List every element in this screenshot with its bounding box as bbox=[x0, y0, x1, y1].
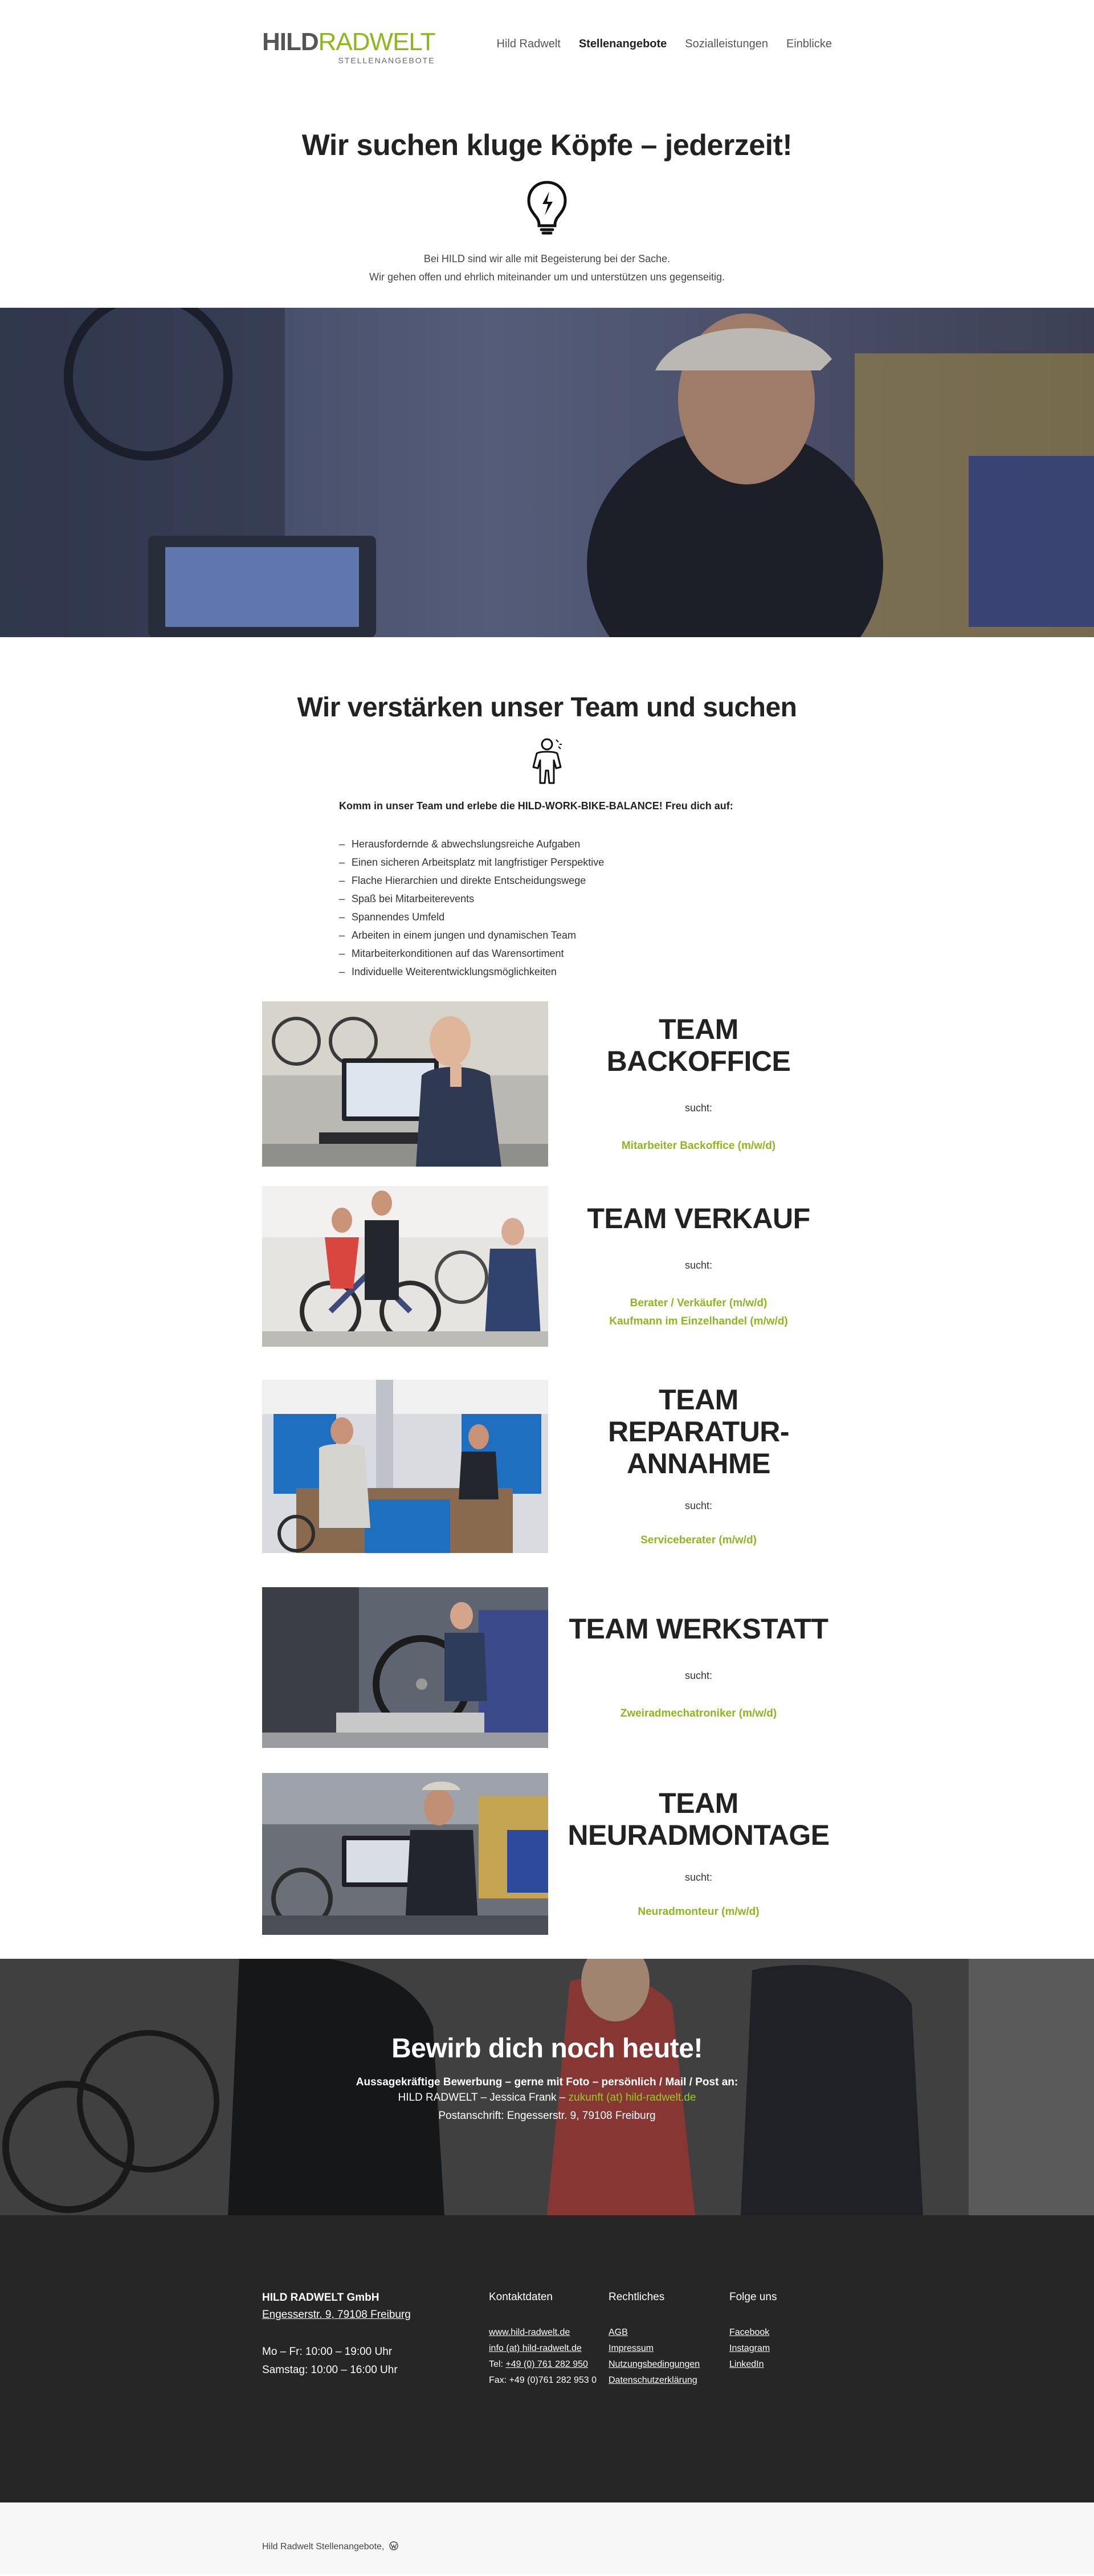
benefit-item: Herausfordernde & abwechslungsreiche Auf… bbox=[339, 835, 755, 853]
footer-social-title: Folge uns bbox=[729, 2291, 777, 2303]
apply-postal-address: Postanschrift: Engesserstr. 9, 79108 Fre… bbox=[438, 2110, 656, 2122]
team-section: Wir verstärken unser Team und suchen Kom… bbox=[0, 637, 1094, 1935]
logo-hild: HILD bbox=[262, 28, 319, 56]
team-reparaturannahme-image bbox=[262, 1380, 548, 1553]
logo-radwelt: RADWELT bbox=[318, 28, 436, 56]
footer-website-link[interactable]: www.hild-radwelt.de bbox=[489, 2325, 609, 2341]
sucht-label: sucht: bbox=[684, 1102, 713, 1114]
site-header: HILDRADWELT STELLENANGEBOTE Hild Radwelt… bbox=[0, 0, 1094, 91]
team-name: TEAM WERKSTATT bbox=[569, 1612, 828, 1645]
footer-contact-title: Kontaktdaten bbox=[489, 2291, 553, 2303]
team-name: NEURADMONTAGE bbox=[568, 1819, 830, 1851]
benefit-item: Individuelle Weiterentwicklungsmöglichke… bbox=[339, 963, 755, 981]
team-neuradmontage-info: TEAM NEURADMONTAGE sucht: Neuradmonteur … bbox=[548, 1787, 832, 1921]
job-link[interactable]: Berater / Verkäufer (m/w/d) bbox=[565, 1294, 832, 1313]
footer-company-name: HILD RADWELT GmbH bbox=[262, 2292, 379, 2304]
sucht-label: sucht: bbox=[684, 1871, 713, 1883]
nav-sozialleistungen[interactable]: Sozialleistungen bbox=[685, 38, 768, 51]
logo-subtitle: STELLENANGEBOTE bbox=[338, 56, 435, 65]
footer-agb-link[interactable]: AGB bbox=[609, 2325, 729, 2341]
team-verkauf: TEAM VERKAUF sucht: Berater / Verkäufer … bbox=[262, 1186, 832, 1347]
apply-instructions: Aussagekräftige Bewerbung – gerne mit Fo… bbox=[356, 2076, 738, 2088]
team-werkstatt-info: TEAM WERKSTATT sucht: Zweiradmechatronik… bbox=[548, 1613, 832, 1723]
footer-datenschutz-link[interactable]: Datenschutzerklärung bbox=[609, 2373, 729, 2388]
nav-einblicke[interactable]: Einblicke bbox=[786, 38, 832, 51]
main-nav: Hild Radwelt Stellenangebote Sozialleist… bbox=[497, 38, 832, 51]
footer-legal: Rechtliches AGB Impressum Nutzungsbeding… bbox=[609, 2289, 729, 2388]
benefits-list: Herausfordernde & abwechslungsreiche Auf… bbox=[339, 835, 755, 981]
apply-section: Bewirb dich noch heute! Aussagekräftige … bbox=[0, 1959, 1094, 2215]
benefit-item: Arbeiten in einem jungen und dynamischen… bbox=[339, 926, 755, 944]
job-link[interactable]: Mitarbeiter Backoffice (m/w/d) bbox=[565, 1137, 832, 1155]
benefits-lead: Komm in unser Team und erlebe die HILD-W… bbox=[339, 800, 733, 812]
apply-title: Bewirb dich noch heute! bbox=[391, 2033, 703, 2064]
apply-text: Bewirb dich noch heute! Aussagekräftige … bbox=[0, 1959, 1094, 2125]
copyright-text: Hild Radwelt Stellenangebote, bbox=[262, 2542, 385, 2551]
footer-address-link[interactable]: Engesserstr. 9, 79108 Freiburg bbox=[262, 2306, 489, 2324]
footer-phone-link[interactable]: +49 (0) 761 282 950 bbox=[505, 2359, 588, 2369]
wordpress-icon[interactable] bbox=[389, 2541, 398, 2550]
footer-facebook-link[interactable]: Facebook bbox=[729, 2325, 832, 2341]
team-name: TEAM VERKAUF bbox=[587, 1202, 810, 1234]
copyright-bar: Hild Radwelt Stellenangebote, bbox=[0, 2502, 1094, 2574]
team-verkauf-image bbox=[262, 1186, 548, 1347]
apply-contact: HILD RADWELT – Jessica Frank – zukunft (… bbox=[398, 2092, 696, 2104]
job-link[interactable]: Zweiradmechatroniker (m/w/d) bbox=[565, 1705, 832, 1723]
benefit-item: Mitarbeiterkonditionen auf das Warensort… bbox=[339, 944, 755, 963]
site-footer: HILD RADWELT GmbH Engesserstr. 9, 79108 … bbox=[0, 2215, 1094, 2502]
benefit-item: Spaß bei Mitarbeiterevents bbox=[339, 890, 755, 908]
team-werkstatt: TEAM WERKSTATT sucht: Zweiradmechatronik… bbox=[262, 1587, 832, 1748]
team-name: REPARATUR- bbox=[607, 1415, 790, 1448]
workshop-banner-image bbox=[0, 308, 1094, 637]
footer-email-link[interactable]: info (at) hild-radwelt.de bbox=[489, 2341, 609, 2357]
team-name: TEAM BACKOFFICE bbox=[606, 1013, 791, 1077]
footer-nutzungsbedingungen-link[interactable]: Nutzungsbedingungen bbox=[609, 2357, 729, 2373]
team-name: ANNAHME bbox=[626, 1447, 771, 1479]
footer-opening-hours: Mo – Fr: 10:00 – 19:00 Uhr Samstag: 10:0… bbox=[262, 2346, 398, 2376]
job-link[interactable]: Neuradmonteur (m/w/d) bbox=[565, 1903, 832, 1921]
intro-text: Bei HILD sind wir alle mit Begeisterung … bbox=[369, 253, 725, 283]
team-backoffice-info: TEAM BACKOFFICE sucht: Mitarbeiter Backo… bbox=[548, 1013, 832, 1155]
team-backoffice-image bbox=[262, 1001, 548, 1167]
footer-social: Folge uns Facebook Instagram LinkedIn bbox=[729, 2289, 832, 2388]
team-name: TEAM bbox=[659, 1383, 738, 1416]
lightbulb-icon bbox=[527, 181, 567, 235]
footer-fax: Fax: +49 (0)761 282 953 0 bbox=[489, 2375, 597, 2385]
person-icon bbox=[532, 738, 562, 784]
sucht-label: sucht: bbox=[684, 1499, 713, 1511]
sucht-label: sucht: bbox=[684, 1259, 713, 1271]
footer-contact: Kontaktdaten www.hild-radwelt.de info (a… bbox=[489, 2289, 609, 2388]
benefits-block: Komm in unser Team und erlebe die HILD-W… bbox=[339, 800, 755, 981]
footer-legal-title: Rechtliches bbox=[609, 2291, 665, 2303]
intro-title: Wir suchen kluge Köpfe – jederzeit! bbox=[301, 129, 793, 162]
team-neuradmontage: TEAM NEURADMONTAGE sucht: Neuradmonteur … bbox=[262, 1773, 832, 1935]
footer-instagram-link[interactable]: Instagram bbox=[729, 2341, 832, 2357]
team-title: Wir verstärken unser Team und suchen bbox=[297, 692, 797, 723]
footer-company: HILD RADWELT GmbH Engesserstr. 9, 79108 … bbox=[262, 2289, 489, 2388]
team-reparaturannahme-info: TEAM REPARATUR- ANNAHME sucht: Servicebe… bbox=[548, 1384, 832, 1550]
nav-hild-radwelt[interactable]: Hild Radwelt bbox=[497, 38, 561, 51]
nav-stellenangebote[interactable]: Stellenangebote bbox=[579, 38, 667, 51]
intro-section: Wir suchen kluge Köpfe – jederzeit! Bei … bbox=[0, 91, 1094, 308]
team-werkstatt-image bbox=[262, 1587, 548, 1748]
benefit-item: Einen sicheren Arbeitsplatz mit langfris… bbox=[339, 853, 755, 871]
footer-phone: Tel: +49 (0) 761 282 950 bbox=[489, 2359, 588, 2369]
footer-linkedin-link[interactable]: LinkedIn bbox=[729, 2357, 832, 2373]
team-list: TEAM BACKOFFICE sucht: Mitarbeiter Backo… bbox=[262, 1001, 832, 1935]
apply-email-link[interactable]: zukunft (at) hild-radwelt.de bbox=[569, 2092, 696, 2104]
job-link[interactable]: Kaufmann im Einzelhandel (m/w/d) bbox=[565, 1313, 832, 1331]
sucht-label: sucht: bbox=[684, 1669, 713, 1681]
team-reparaturannahme: TEAM REPARATUR- ANNAHME sucht: Servicebe… bbox=[262, 1380, 832, 1553]
benefit-item: Spannendes Umfeld bbox=[339, 908, 755, 926]
footer-impressum-link[interactable]: Impressum bbox=[609, 2341, 729, 2357]
benefit-item: Flache Hierarchien und direkte Entscheid… bbox=[339, 871, 755, 890]
team-name: TEAM bbox=[659, 1787, 738, 1819]
team-verkauf-info: TEAM VERKAUF sucht: Berater / Verkäufer … bbox=[548, 1203, 832, 1331]
team-backoffice: TEAM BACKOFFICE sucht: Mitarbeiter Backo… bbox=[262, 1001, 832, 1167]
logo[interactable]: HILDRADWELT STELLENANGEBOTE bbox=[262, 28, 436, 66]
job-link[interactable]: Serviceberater (m/w/d) bbox=[565, 1531, 832, 1550]
team-neuradmontage-image bbox=[262, 1773, 548, 1935]
